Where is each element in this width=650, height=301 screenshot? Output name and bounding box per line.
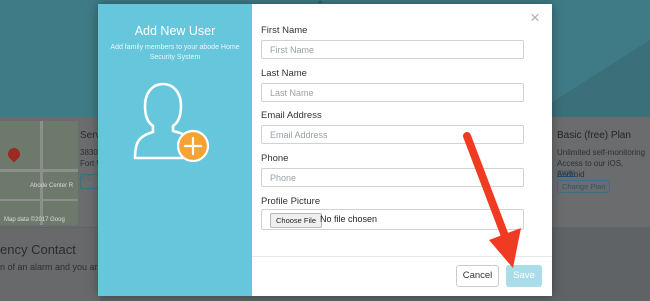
first-name-input[interactable]	[261, 40, 524, 59]
save-button[interactable]: Save	[506, 265, 542, 287]
choose-file-button[interactable]: Choose File	[270, 213, 323, 228]
map-label: Abode Center R	[30, 183, 74, 189]
map-road	[0, 169, 78, 172]
email-label: Email Address	[261, 110, 322, 121]
emergency-contact-text: n of an alarm and you are p	[0, 262, 111, 272]
profile-picture-label: Profile Picture	[261, 196, 321, 207]
phone-label: Phone	[261, 153, 289, 164]
modal-form: × First Name Last Name Email Address Pho…	[252, 4, 552, 296]
service-address-line: 3830	[80, 148, 98, 157]
map-pin-icon	[5, 145, 23, 163]
email-input[interactable]	[261, 125, 524, 144]
profile-picture-field: Choose File No file chosen	[261, 209, 524, 230]
emergency-contact-heading: ency Contact	[0, 242, 76, 257]
cancel-button[interactable]: Cancel	[456, 265, 499, 287]
map-attribution: Map data ©2017 Goog	[4, 217, 65, 223]
map-road	[0, 199, 78, 201]
plan-more-link[interactable]: more	[557, 168, 575, 177]
plan-title: Basic (free) Plan	[557, 130, 631, 141]
last-name-input[interactable]	[261, 83, 524, 102]
location-map[interactable]: Abode Center R Map data ©2017 Goog	[0, 121, 78, 225]
file-status-text: No file chosen	[320, 214, 378, 224]
modal-title: Add New User	[134, 24, 216, 38]
map-road	[40, 121, 43, 225]
phone-input[interactable]	[261, 168, 524, 187]
close-icon[interactable]: ×	[528, 9, 542, 26]
modal-subtitle: Add family members to your abode Home Se…	[110, 44, 240, 61]
change-plan-button[interactable]: Change Plan	[557, 180, 611, 193]
plus-icon	[176, 129, 210, 163]
add-user-modal: Add New User Add family members to your …	[98, 4, 552, 296]
modal-side-panel: Add New User Add family members to your …	[98, 4, 252, 296]
last-name-label: Last Name	[261, 68, 307, 79]
first-name-label: First Name	[261, 25, 308, 36]
modal-footer-divider	[252, 256, 552, 257]
user-silhouette-icon	[133, 82, 210, 163]
